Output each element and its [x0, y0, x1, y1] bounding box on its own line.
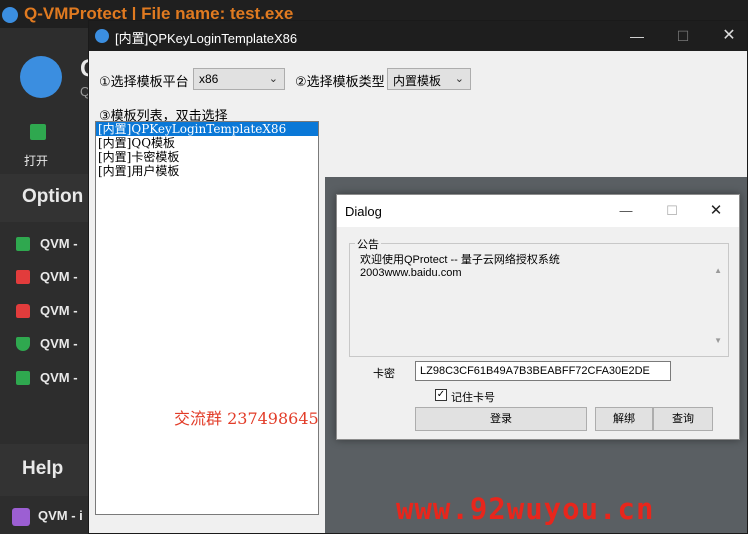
- options-heading: Option: [22, 186, 84, 207]
- type-label: ②选择模板类型: [295, 74, 385, 89]
- sidebar-item-qvm-3[interactable]: QVM -: [16, 301, 90, 321]
- notice-line-1: 欢迎使用QProtect -- 量子云网络授权系统: [360, 254, 560, 266]
- notice-group: 欢迎使用QProtect -- 量子云网络授权系统 2003www.baidu.…: [349, 243, 729, 357]
- template-window-title-bar: [内置]QPKeyLoginTemplateX86 — ☐ ✕: [89, 21, 747, 51]
- query-button[interactable]: 查询: [653, 407, 713, 431]
- close-icon[interactable]: ✕: [701, 201, 731, 221]
- login-button[interactable]: 登录: [415, 407, 587, 431]
- type-select[interactable]: 内置模板 ⌄: [387, 68, 471, 90]
- maximize-icon: ☐: [676, 28, 690, 44]
- qq-group-text: 交流群 237498645: [174, 409, 319, 428]
- template-window-title: [内置]QPKeyLoginTemplateX86: [115, 31, 298, 46]
- sidebar-item-label: QVM -: [40, 269, 78, 284]
- sidebar-item-label: QVM -: [40, 303, 78, 318]
- sidebar-item-label: QVM -: [40, 370, 78, 385]
- type-select-value: 内置模板: [393, 74, 442, 88]
- chevron-down-icon: ⌄: [454, 73, 464, 85]
- card-key-input[interactable]: LZ98C3CF61B49A7B3BEABFF72CFA30E2DE: [415, 361, 671, 381]
- open-file-icon[interactable]: [30, 124, 46, 140]
- notice-line-2: 2003www.baidu.com: [360, 267, 462, 279]
- minimize-icon[interactable]: —: [619, 25, 655, 47]
- list-item[interactable]: [内置]QQ模板: [96, 136, 318, 150]
- app-logo-icon: [2, 7, 18, 23]
- remember-card-checkbox[interactable]: ✓: [435, 389, 447, 401]
- notice-text: 欢迎使用QProtect -- 量子云网络授权系统 2003www.baidu.…: [360, 254, 700, 280]
- remember-card-label[interactable]: 记住卡号: [451, 389, 495, 405]
- platform-label: ①选择模板平台: [99, 74, 189, 89]
- watermark-text: www.92wuyou.cn: [396, 492, 655, 526]
- monitor-icon: [16, 237, 30, 251]
- app-icon: [95, 29, 109, 43]
- brand-logo-icon: [20, 56, 62, 98]
- list-icon: [16, 371, 30, 385]
- list-item[interactable]: [内置]卡密模板: [96, 150, 318, 164]
- sidebar-item-qvm-1[interactable]: QVM -: [16, 234, 90, 254]
- template-list[interactable]: [内置]QPKeyLoginTemplateX86 [内置]QQ模板 [内置]卡…: [95, 121, 319, 515]
- dialog-title-bar: Dialog — ☐ ✕: [337, 195, 739, 227]
- dialog-title: Dialog: [345, 204, 382, 219]
- scroll-down-icon[interactable]: ▼: [714, 336, 722, 345]
- sidebar-item-label: QVM -: [40, 236, 78, 251]
- sidebar-item-qvm-2[interactable]: QVM -: [16, 267, 90, 287]
- cube-icon: [12, 508, 30, 526]
- open-button-label[interactable]: 打开: [24, 152, 48, 169]
- scroll-up-icon[interactable]: ▲: [714, 266, 722, 275]
- unbind-button[interactable]: 解绑: [595, 407, 653, 431]
- sidebar-item-label: QVM -: [40, 336, 78, 351]
- minimize-icon[interactable]: —: [611, 201, 641, 221]
- sidebar-item-qvm-5[interactable]: QVM -: [16, 368, 90, 388]
- sidebar-item-qvm-4[interactable]: QVM -: [16, 334, 90, 354]
- notice-group-label: 公告: [355, 236, 381, 252]
- chevron-down-icon: ⌄: [268, 73, 278, 85]
- list-item[interactable]: [内置]用户模板: [96, 164, 318, 178]
- platform-select[interactable]: x86 ⌄: [193, 68, 285, 90]
- close-icon[interactable]: ✕: [711, 25, 747, 47]
- shield-check-icon: [16, 337, 30, 351]
- platform-select-value: x86: [199, 72, 219, 86]
- card-key-label: 卡密: [373, 368, 395, 380]
- lock-icon: [16, 304, 30, 318]
- help-heading: Help: [22, 458, 64, 479]
- login-dialog: Dialog — ☐ ✕ 欢迎使用QProtect -- 量子云网络授权系统 2…: [336, 194, 740, 440]
- help-item-label[interactable]: QVM - i: [38, 508, 83, 523]
- list-item[interactable]: [内置]QPKeyLoginTemplateX86: [96, 122, 318, 136]
- maximize-icon: ☐: [666, 203, 678, 218]
- list-icon: [16, 270, 30, 284]
